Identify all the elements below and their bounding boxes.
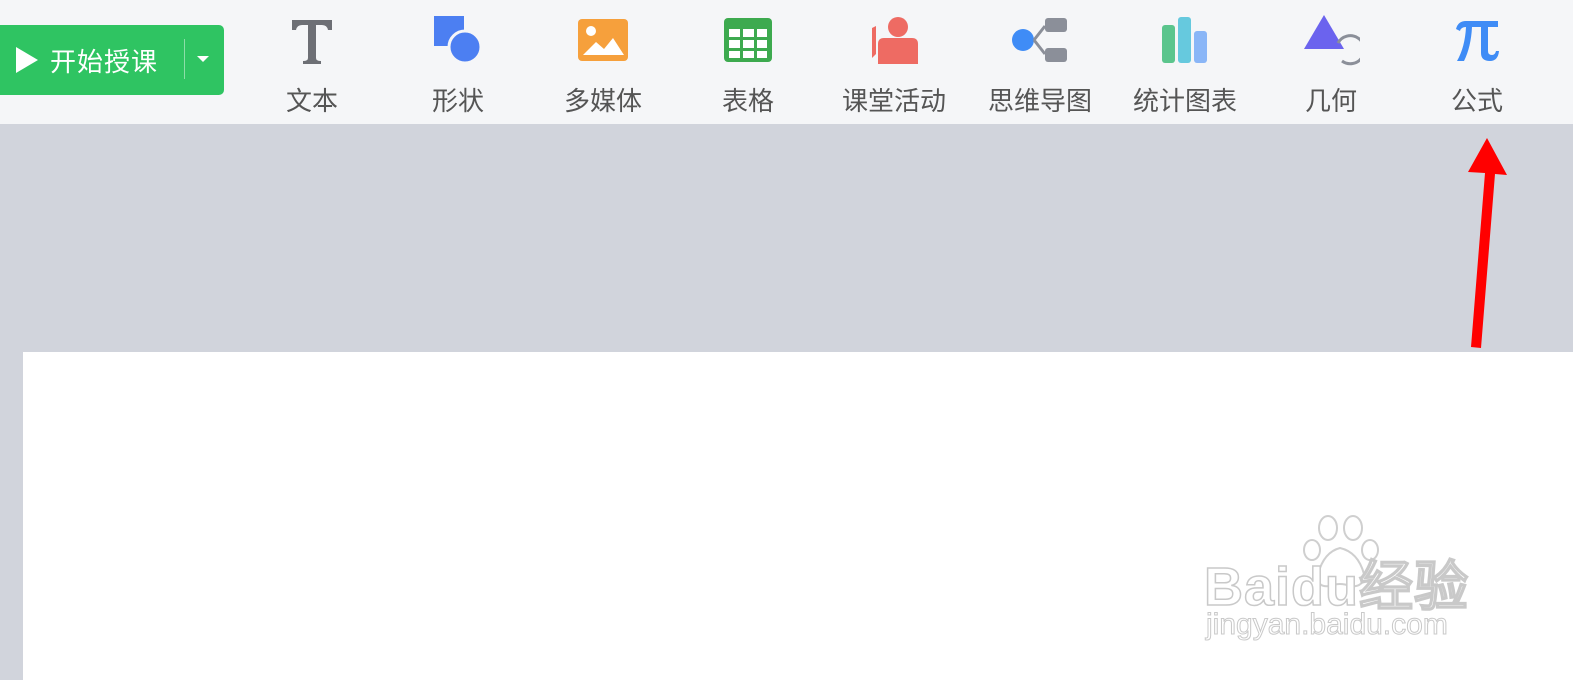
tool-table[interactable]: 表格 xyxy=(688,10,808,118)
tool-mindmap[interactable]: 思维导图 xyxy=(980,10,1100,118)
shape-icon xyxy=(428,10,488,69)
tool-formula-label: 公式 xyxy=(1450,87,1503,117)
tool-text-label: 文本 xyxy=(285,87,338,117)
pi-icon xyxy=(1447,10,1507,69)
tool-geometry[interactable]: 几何 xyxy=(1271,10,1391,118)
tool-mindmap-label: 思维导图 xyxy=(987,87,1092,117)
text-T-icon xyxy=(282,10,342,69)
triangle-icon xyxy=(1301,10,1361,69)
bar-chart-icon xyxy=(1155,10,1215,69)
button-divider xyxy=(184,39,185,79)
tool-activity-label: 课堂活动 xyxy=(841,87,946,117)
play-icon xyxy=(16,47,38,73)
watermark-url: jingyan.baidu.com xyxy=(1206,608,1449,642)
image-icon xyxy=(573,10,633,69)
red-arrow-annotation xyxy=(1468,138,1507,348)
tool-activity[interactable]: 课堂活动 xyxy=(834,10,954,118)
tool-media-label: 多媒体 xyxy=(563,87,642,117)
tool-formula[interactable]: 公式 xyxy=(1417,10,1537,118)
tool-chart[interactable]: 统计图表 xyxy=(1125,10,1245,118)
chevron-down-icon[interactable] xyxy=(196,54,210,64)
teacher-icon xyxy=(864,10,924,69)
tool-table-label: 表格 xyxy=(721,87,774,117)
tool-shape-label: 形状 xyxy=(431,87,484,117)
tool-geometry-label: 几何 xyxy=(1304,87,1357,117)
mindmap-icon xyxy=(1010,10,1070,69)
start-class-button[interactable]: 开始授课 xyxy=(0,25,224,95)
tool-media[interactable]: 多媒体 xyxy=(543,10,663,118)
tool-chart-label: 统计图表 xyxy=(1132,87,1237,117)
start-class-label: 开始授课 xyxy=(50,47,159,78)
table-icon xyxy=(718,10,778,69)
tool-text[interactable]: 文本 xyxy=(252,10,372,118)
baidu-watermark: Baidu经验 jingyan.baidu.com xyxy=(1198,508,1498,648)
toolbar: 开始授课 文本 形状 多媒体 表格 课堂活动 思维导图 统计图表 几何 公式 xyxy=(0,0,1573,124)
tool-shape[interactable]: 形状 xyxy=(398,10,518,118)
